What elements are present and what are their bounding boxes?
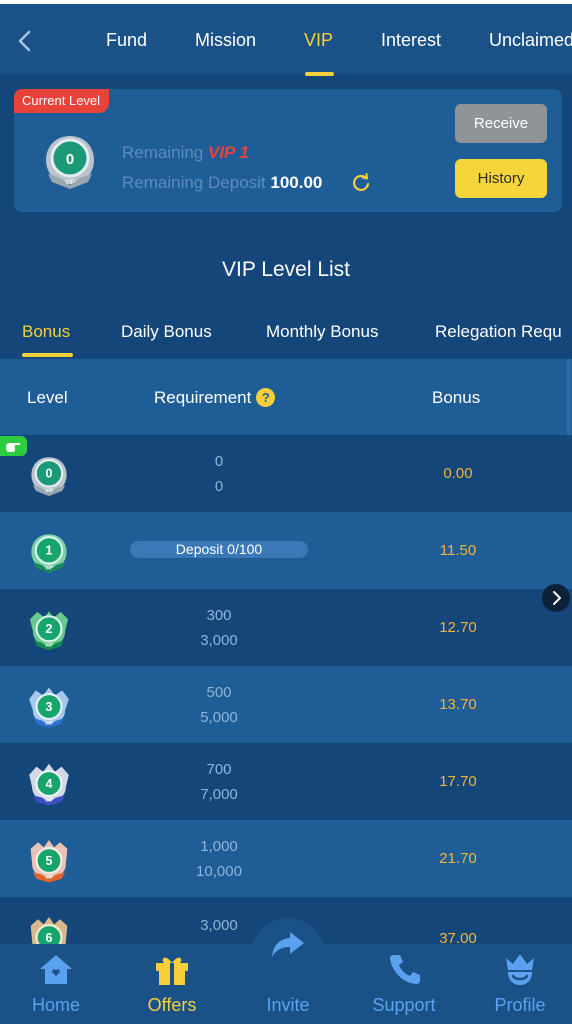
- header-level: Level: [27, 388, 68, 407]
- nav-offers-label: Offers: [147, 995, 197, 1015]
- svg-text:0: 0: [46, 467, 53, 481]
- subtab-bonus[interactable]: Bonus: [22, 322, 70, 342]
- nav-invite-label: Invite: [266, 995, 310, 1015]
- svg-text:6: 6: [46, 931, 53, 945]
- gift-icon: [156, 957, 188, 985]
- deposit-progress-bar: Deposit 0/100: [130, 541, 308, 558]
- nav-home-label: Home: [31, 995, 80, 1015]
- tab-interest[interactable]: Interest: [381, 30, 441, 51]
- vip-medal-icon: 5 VIP: [30, 840, 68, 883]
- bonus-cell: 13.70: [439, 696, 477, 713]
- vip-level-list-title: VIP Level List: [221, 258, 351, 281]
- svg-text:5: 5: [46, 854, 53, 868]
- table-header: Level Requirement? Bonus: [0, 359, 572, 435]
- header-bonus: Bonus: [432, 388, 481, 407]
- svg-text:VIP: VIP: [45, 798, 54, 804]
- svg-text:4: 4: [46, 777, 53, 791]
- home-icon: [40, 955, 72, 984]
- nav-offers[interactable]: Offers: [122, 944, 222, 1024]
- vip-medal-icon: 2 VIP: [29, 611, 69, 651]
- vip-medal-icon: 1 VIP: [31, 534, 67, 574]
- bonus-cell: 17.70: [439, 773, 477, 790]
- vip-medal-icon: 4 VIP: [29, 763, 69, 806]
- vip-medal-0-icon: 0 VIP: [46, 136, 94, 189]
- svg-text:VIP: VIP: [45, 875, 54, 881]
- requirement-line-1: 1,000: [200, 838, 238, 855]
- tab-fund[interactable]: Fund: [106, 30, 147, 51]
- remaining-deposit-row: Remaining Deposit 100.00: [122, 173, 322, 193]
- requirement-cell: 1,000 10,000: [160, 834, 278, 884]
- chevron-right-icon[interactable]: [542, 584, 570, 612]
- tab-unclaimed[interactable]: Unclaimed: [489, 30, 572, 51]
- requirement-line-2: 0: [214, 478, 224, 495]
- requirement-cell: 700 7,000: [160, 757, 278, 807]
- tab-active-indicator: [305, 72, 334, 76]
- svg-text:VIP: VIP: [65, 180, 75, 186]
- chevron-left-icon[interactable]: [14, 26, 36, 56]
- crown-icon: [506, 954, 534, 985]
- bonus-cell: 21.70: [439, 850, 477, 867]
- requirement-line-2: 5,000: [200, 709, 238, 726]
- requirement-line-2: 10,000: [196, 863, 242, 880]
- bonus-cell: 0.00: [443, 465, 473, 482]
- table-row: 4 VIP 700 7,000 17.70: [0, 743, 572, 820]
- remaining-label: Remaining: [122, 143, 204, 162]
- svg-text:VIP: VIP: [45, 488, 54, 494]
- nav-support[interactable]: Support: [354, 944, 454, 1024]
- table-row: 3 VIP 500 5,000 13.70: [0, 666, 572, 743]
- svg-text:VIP: VIP: [45, 565, 54, 571]
- share-arrow-icon: [272, 932, 304, 957]
- remaining-vip-value: VIP 1: [208, 143, 249, 162]
- vip-medal-icon: 0 VIP: [31, 457, 67, 497]
- svg-text:3: 3: [46, 700, 53, 714]
- nav-profile-label: Profile: [494, 995, 546, 1015]
- header-requirement: Requirement?: [154, 388, 276, 408]
- remaining-deposit-amount: 100.00: [270, 173, 323, 192]
- tab-mission[interactable]: Mission: [195, 30, 256, 51]
- requirement-line-1: 300: [206, 607, 232, 624]
- current-level-card: Current Level 0 VIP Remaining VIP 1 Rema…: [14, 89, 562, 212]
- svg-text:0: 0: [66, 151, 74, 168]
- table-row: 0 VIP 0 0 0.00: [0, 435, 572, 512]
- requirement-line-1: 700: [206, 761, 232, 778]
- table-row: 1 VIP Deposit 0/100 11.50: [0, 512, 572, 589]
- table-row: 2 VIP 300 3,000 12.70: [0, 589, 572, 666]
- requirement-cell: 0 0: [160, 449, 278, 499]
- requirement-line-2: 7,000: [200, 786, 238, 803]
- nav-invite[interactable]: Invite: [238, 932, 338, 1024]
- svg-text:VIP: VIP: [45, 721, 54, 727]
- subtab-daily-bonus[interactable]: Daily Bonus: [121, 322, 212, 342]
- bonus-cell: 11.50: [439, 542, 477, 559]
- nav-home[interactable]: Home: [6, 944, 106, 1024]
- bonus-cell: 12.70: [439, 619, 477, 636]
- remaining-vip-row: Remaining VIP 1: [122, 143, 249, 163]
- top-nav: Fund Mission VIP Interest Unclaimed: [0, 0, 572, 76]
- bottom-nav: Home Offers Invite Support Profile: [0, 932, 572, 1024]
- header-requirement-label: Requirement: [154, 388, 252, 407]
- nav-profile[interactable]: Profile: [470, 944, 570, 1024]
- requirement-cell: 300 3,000: [160, 603, 278, 653]
- requirement-line-1: 0: [214, 453, 224, 470]
- subtab-active-indicator: [22, 353, 73, 357]
- svg-text:VIP: VIP: [45, 643, 54, 649]
- phone-icon: [390, 955, 420, 984]
- table-row: 5 VIP 1,000 10,000 21.70: [0, 820, 572, 897]
- receive-button[interactable]: Receive: [455, 104, 547, 143]
- svg-text:1: 1: [46, 544, 53, 558]
- requirement-line-2: 3,000: [200, 632, 238, 649]
- pointing-hand-icon: [0, 436, 27, 456]
- subtab-monthly-bonus[interactable]: Monthly Bonus: [266, 322, 378, 342]
- refresh-icon[interactable]: [351, 173, 371, 193]
- requirement-cell: 500 5,000: [160, 680, 278, 730]
- vip-medal-icon: 3 VIP: [29, 687, 69, 728]
- svg-text:2: 2: [46, 622, 53, 636]
- requirement-line-1: 500: [206, 684, 232, 701]
- history-button[interactable]: History: [455, 159, 547, 198]
- subtab-relegation-requirement[interactable]: Relegation Requ: [435, 322, 562, 342]
- current-level-badge: Current Level: [14, 89, 110, 113]
- question-icon[interactable]: ?: [256, 388, 276, 407]
- nav-support-label: Support: [372, 995, 436, 1015]
- remaining-deposit-label: Remaining Deposit: [122, 173, 266, 192]
- tab-vip[interactable]: VIP: [304, 30, 333, 51]
